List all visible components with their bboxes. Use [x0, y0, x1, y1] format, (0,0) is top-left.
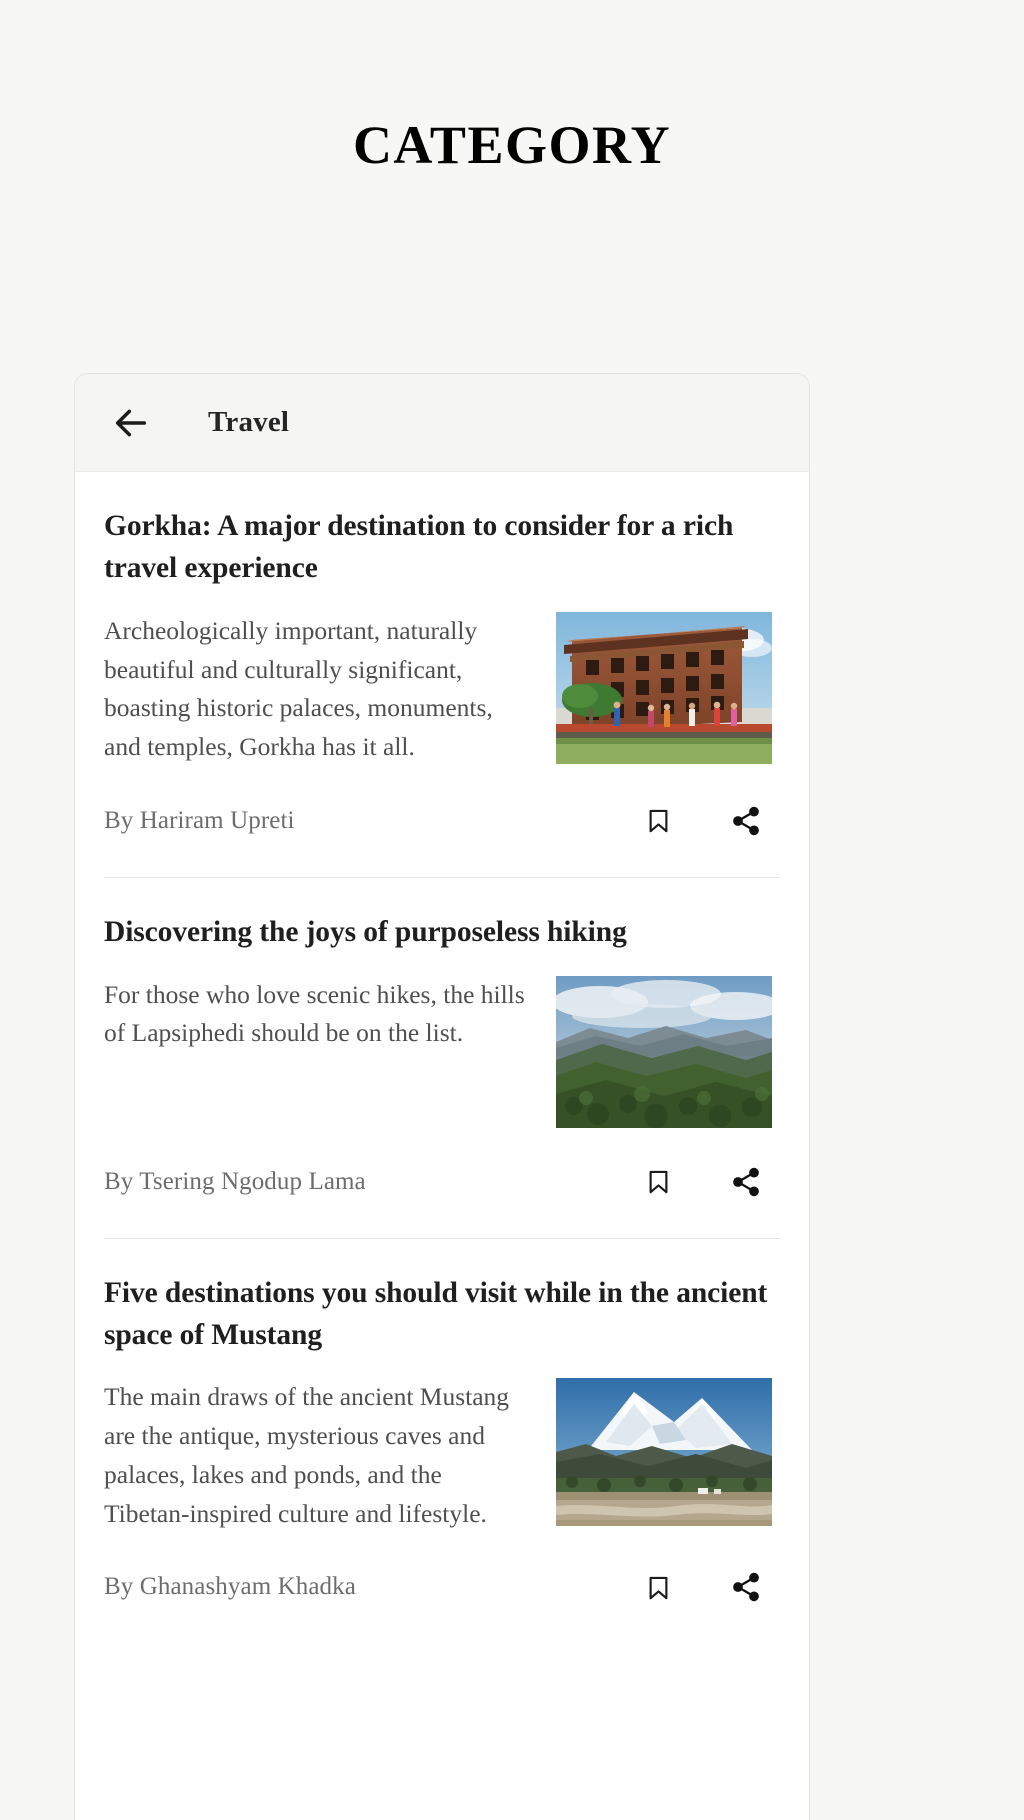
bookmark-icon — [645, 804, 672, 837]
article-excerpt: Archeologically important, naturally bea… — [104, 615, 493, 761]
article-item[interactable]: Gorkha: A major destination to consider … — [104, 472, 780, 877]
share-button[interactable] — [718, 793, 774, 849]
share-button[interactable] — [718, 1154, 774, 1210]
category-card: Travel Gorkha: A major destination to co… — [74, 373, 810, 1820]
article-footer: By Tsering Ngodup Lama — [104, 1154, 780, 1238]
back-button[interactable] — [105, 397, 157, 449]
thumbnail-image-lapsiphedi-hills — [556, 975, 772, 1128]
article-content: For those who love scenic hikes, the hil… — [104, 975, 780, 1128]
article-title[interactable]: Gorkha: A major destination to consider … — [104, 506, 780, 590]
thumbnail-image-mustang-mountain — [556, 1378, 772, 1527]
bookmark-icon — [645, 1571, 672, 1604]
article-excerpt: For those who love scenic hikes, the hil… — [104, 979, 525, 1048]
bookmark-icon — [645, 1165, 672, 1198]
bookmark-button[interactable] — [630, 793, 686, 849]
article-byline: By Ghanashyam Khadka — [104, 1573, 356, 1601]
article-thumbnail[interactable] — [556, 611, 772, 764]
share-button[interactable] — [718, 1559, 774, 1615]
article-item[interactable]: Five destinations you should visit while… — [104, 1239, 780, 1644]
article-content: Archeologically important, naturally bea… — [104, 611, 780, 767]
article-thumbnail[interactable] — [556, 1378, 772, 1527]
article-title[interactable]: Five destinations you should visit while… — [104, 1273, 780, 1357]
article-footer: By Ghanashyam Khadka — [104, 1559, 780, 1643]
share-icon — [730, 805, 762, 837]
article-content: The main draws of the ancient Mustang ar… — [104, 1378, 780, 1533]
bookmark-button[interactable] — [630, 1559, 686, 1615]
article-list: Gorkha: A major destination to consider … — [75, 472, 809, 1644]
share-icon — [730, 1166, 762, 1198]
page-root: CATEGORY Travel Gorkha: A major destinat… — [0, 0, 1024, 1820]
article-footer: By Hariram Upreti — [104, 793, 780, 877]
thumbnail-image-gorkha-palace — [556, 611, 772, 764]
arrow-left-icon — [111, 403, 151, 443]
article-item[interactable]: Discovering the joys of purposeless hiki… — [104, 878, 780, 1238]
article-title[interactable]: Discovering the joys of purposeless hiki… — [104, 912, 780, 954]
article-byline: By Tsering Ngodup Lama — [104, 1167, 366, 1195]
article-thumbnail[interactable] — [556, 975, 772, 1128]
bookmark-button[interactable] — [630, 1154, 686, 1210]
article-byline: By Hariram Upreti — [104, 806, 295, 834]
card-header: Travel — [75, 374, 809, 472]
card-header-title: Travel — [208, 406, 290, 438]
page-title: CATEGORY — [352, 115, 672, 175]
share-icon — [730, 1571, 762, 1603]
article-excerpt: The main draws of the ancient Mustang ar… — [104, 1382, 510, 1528]
